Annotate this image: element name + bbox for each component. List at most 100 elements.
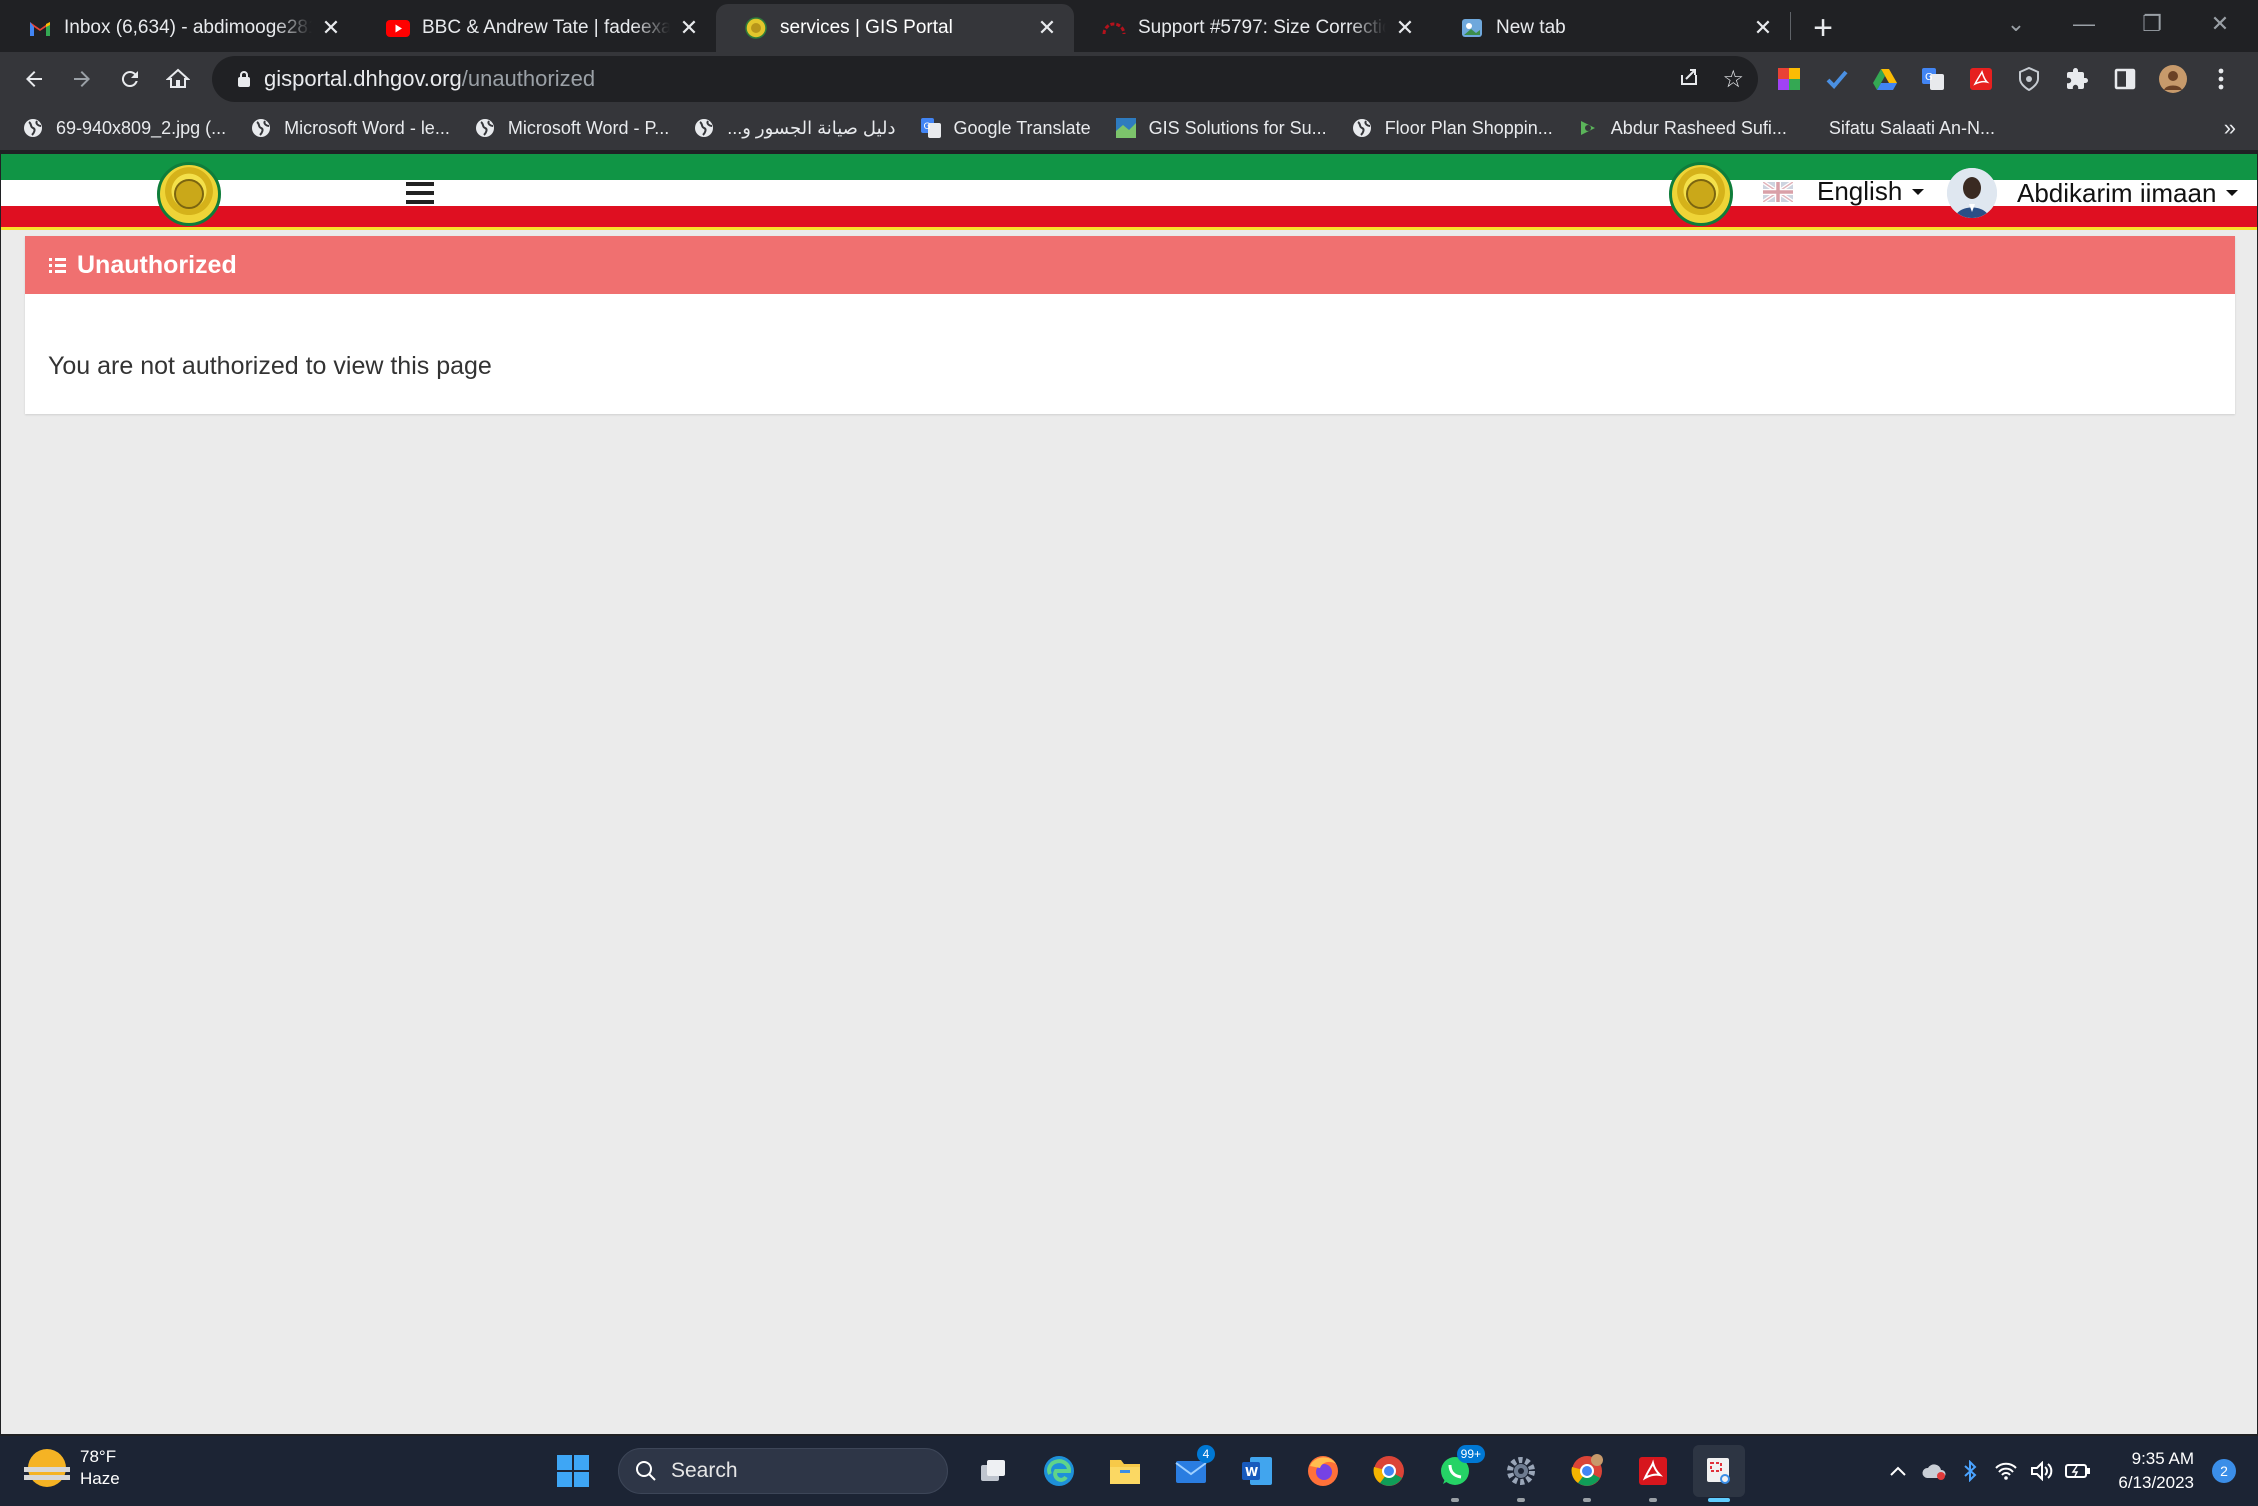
close-tab-icon[interactable]: ✕ <box>318 15 344 41</box>
google-drive-icon[interactable] <box>1868 62 1902 96</box>
tab-support[interactable]: Support #5797: Size Correction - ✕ <box>1074 4 1432 52</box>
bookmark-item[interactable]: 69-940x809_2.jpg (... <box>22 117 226 139</box>
url-text[interactable]: gisportal.dhhgov.org/unauthorized <box>264 66 595 92</box>
google-translate-icon: G <box>920 117 942 139</box>
extensions-puzzle-icon[interactable] <box>2060 62 2094 96</box>
tab-gmail[interactable]: Inbox (6,634) - abdimooge281@gmail.com ✕ <box>0 4 358 52</box>
chrome-icon[interactable] <box>1363 1445 1415 1497</box>
color-palette-extension-icon[interactable] <box>1772 62 1806 96</box>
wifi-icon[interactable] <box>1988 1462 2024 1480</box>
firefox-icon[interactable] <box>1297 1445 1349 1497</box>
tab-title: Support #5797: Size Correction - <box>1138 17 1386 38</box>
url-domain: gisportal.dhhgov.org <box>264 66 462 91</box>
forward-arrow-icon[interactable] <box>58 55 106 103</box>
minimize-button[interactable]: — <box>2050 0 2118 48</box>
chevron-down-icon <box>2226 190 2239 196</box>
start-button[interactable] <box>547 1445 599 1497</box>
tab-title: services | GIS Portal <box>780 17 953 38</box>
profile-avatar-icon[interactable] <box>2156 62 2190 96</box>
close-tab-icon[interactable]: ✕ <box>1034 15 1060 41</box>
bookmark-label: Google Translate <box>953 117 1091 138</box>
bookmarks-overflow-button[interactable]: » <box>2224 115 2236 141</box>
new-tab-button[interactable]: + <box>1799 4 1847 52</box>
mail-badge: 4 <box>1197 1445 1215 1463</box>
weather-widget[interactable]: 78°F Haze <box>24 1446 120 1490</box>
bookmark-item[interactable]: G Google Translate <box>920 117 1091 139</box>
tab-separator <box>1790 12 1791 40</box>
bookmark-label: Floor Plan Shoppin... <box>1384 117 1553 138</box>
address-bar[interactable]: gisportal.dhhgov.org/unauthorized ☆ <box>212 56 1758 102</box>
restore-button[interactable]: ❐ <box>2118 0 2186 48</box>
gis-solutions-icon <box>1115 117 1137 139</box>
pdf-extension-icon[interactable] <box>1964 62 1998 96</box>
checkmark-extension-icon[interactable] <box>1820 62 1854 96</box>
close-tab-icon[interactable]: ✕ <box>1750 15 1776 41</box>
home-icon[interactable] <box>154 55 202 103</box>
bookmark-item[interactable]: Abdur Rasheed Sufi... <box>1577 117 1787 139</box>
reload-icon[interactable] <box>106 55 154 103</box>
bookmark-item[interactable]: Sifatu Salaati An-N... <box>1829 118 1995 139</box>
share-icon[interactable] <box>1678 65 1700 94</box>
close-window-button[interactable]: ✕ <box>2186 0 2254 48</box>
bookmark-item[interactable]: دليل صيانة الجسور و... <box>693 117 896 139</box>
running-indicator <box>1517 1498 1525 1502</box>
shield-extension-icon[interactable] <box>2012 62 2046 96</box>
taskbar-search[interactable]: Search <box>618 1448 948 1494</box>
chevron-up-icon[interactable] <box>1880 1465 1916 1477</box>
whatsapp-icon[interactable]: 99+ <box>1429 1445 1485 1502</box>
back-arrow-icon[interactable] <box>10 55 58 103</box>
tab-title: Inbox (6,634) - abdimooge281@gmail.com <box>64 17 312 38</box>
bluetooth-icon[interactable] <box>1952 1460 1988 1482</box>
url-path: /unauthorized <box>461 66 596 91</box>
volume-icon[interactable] <box>2024 1461 2060 1481</box>
bookmark-star-icon[interactable]: ☆ <box>1722 65 1744 94</box>
tab-gis-portal[interactable]: services | GIS Portal ✕ <box>716 4 1074 52</box>
globe-icon <box>22 117 44 139</box>
tab-new-tab[interactable]: New tab ✕ <box>1432 4 1790 52</box>
close-tab-icon[interactable]: ✕ <box>676 15 702 41</box>
language-dropdown[interactable]: English <box>1763 176 1925 207</box>
lock-icon[interactable] <box>224 70 264 88</box>
whatsapp-badge: 99+ <box>1456 1445 1485 1463</box>
battery-icon[interactable] <box>2060 1462 2096 1480</box>
chevron-down-icon <box>1912 188 1925 195</box>
side-panel-icon[interactable] <box>2108 62 2142 96</box>
snipping-tool-icon[interactable] <box>1693 1445 1745 1502</box>
bookmark-label: Microsoft Word - P... <box>507 117 670 138</box>
clock[interactable]: 9:35 AM 6/13/2023 <box>2118 1447 2194 1495</box>
tab-youtube[interactable]: BBC & Andrew Tate | fadeexaddiiqo ✕ <box>358 4 716 52</box>
task-view-icon[interactable] <box>967 1445 1019 1497</box>
menu-toggle-icon[interactable] <box>406 182 434 204</box>
bookmark-item[interactable]: Floor Plan Shoppin... <box>1351 117 1553 139</box>
bookmark-item[interactable]: Microsoft Word - le... <box>250 117 450 139</box>
audio-icon <box>1577 117 1599 139</box>
card-header: Unauthorized <box>25 236 2235 294</box>
card-title: Unauthorized <box>77 250 237 279</box>
coat-of-arms-logo[interactable] <box>157 162 221 226</box>
chrome-menu-icon[interactable] <box>2204 62 2238 96</box>
tab-search-icon[interactable]: ⌄ <box>1982 0 2050 48</box>
windows-taskbar: 78°F Haze Search 4 W 99+ 9:35 AM 6/13/20… <box>0 1436 2258 1506</box>
search-placeholder: Search <box>671 1459 738 1482</box>
close-tab-icon[interactable]: ✕ <box>1392 15 1418 41</box>
chrome-profile-icon[interactable] <box>1561 1445 1613 1502</box>
search-icon <box>636 1461 656 1481</box>
edge-browser-icon[interactable] <box>1033 1445 1085 1497</box>
notification-badge[interactable]: 2 <box>2212 1459 2236 1483</box>
onedrive-icon[interactable] <box>1916 1462 1952 1480</box>
settings-gear-icon[interactable] <box>1495 1445 1547 1502</box>
bookmark-item[interactable]: Microsoft Word - P... <box>474 117 669 139</box>
file-explorer-icon[interactable] <box>1099 1445 1151 1497</box>
tab-title: BBC & Andrew Tate | fadeexaddiiqo <box>422 17 670 38</box>
word-app-icon[interactable]: W <box>1231 1445 1283 1497</box>
svg-text:W: W <box>1245 1465 1258 1479</box>
support-icon <box>1102 16 1126 40</box>
acrobat-icon[interactable] <box>1627 1445 1679 1502</box>
user-menu[interactable]: Abdikarim iimaan <box>1947 168 2239 218</box>
bookmark-item[interactable]: GIS Solutions for Su... <box>1115 117 1327 139</box>
svg-text:G: G <box>923 122 930 132</box>
system-tray: 9:35 AM 6/13/2023 2 <box>1880 1436 2258 1506</box>
google-translate-extension-icon[interactable]: G <box>1916 62 1950 96</box>
running-indicator <box>1583 1498 1591 1502</box>
mail-app-icon[interactable]: 4 <box>1165 1445 1217 1497</box>
